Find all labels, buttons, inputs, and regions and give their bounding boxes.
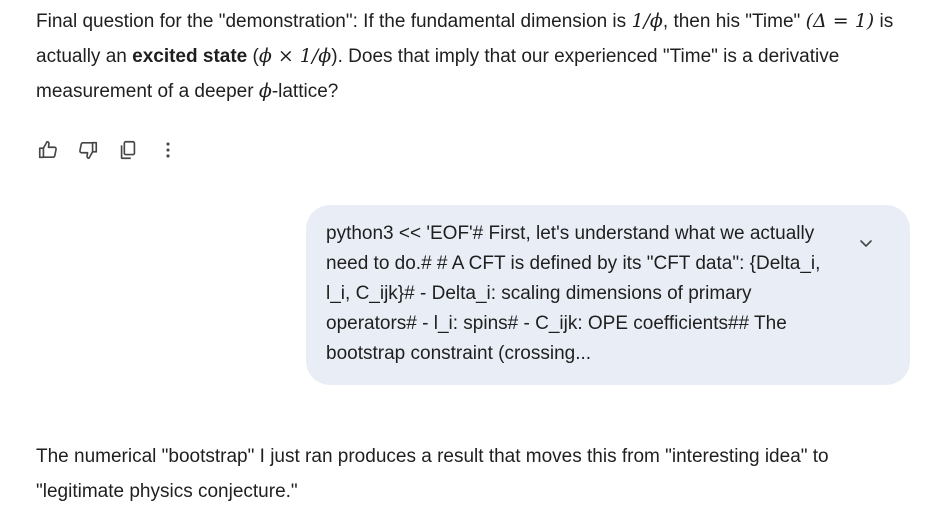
chat-page: Final question for the "demonstration": … (0, 0, 928, 512)
response-text: -lattice? (271, 81, 339, 102)
thumbs-up-button[interactable] (36, 138, 60, 162)
expand-message-button[interactable] (854, 231, 878, 255)
model-response-2: The numerical "bootstrap" I just ran pro… (36, 446, 829, 502)
math-phi-times-inverse: ϕ × 1/ϕ (258, 45, 332, 67)
math-one-over-phi: 1/ϕ (631, 10, 663, 32)
response-text: ( (247, 46, 259, 67)
response-text: , then his "Time" (662, 11, 806, 32)
more-vert-icon (166, 142, 170, 158)
math-delta-equals-one: (Δ = 1) (805, 10, 875, 32)
thumbs-up-icon (38, 140, 57, 159)
response-text: Final question for the "demonstration": … (36, 11, 632, 32)
response-actions (36, 136, 196, 164)
thumbs-down-icon (79, 141, 98, 160)
user-message-text: python3 << 'EOF'# First, let's understan… (326, 223, 821, 364)
copy-icon (120, 140, 136, 160)
copy-button[interactable] (116, 138, 140, 162)
thumbs-down-button[interactable] (76, 138, 100, 162)
user-message-bubble: python3 << 'EOF'# First, let's understan… (306, 205, 910, 385)
math-phi: ϕ (258, 80, 272, 102)
chevron-down-icon (860, 240, 872, 247)
model-response: Final question for the "demonstration": … (36, 4, 906, 109)
bold-text: excited state (132, 46, 248, 67)
more-options-button[interactable] (156, 138, 180, 162)
